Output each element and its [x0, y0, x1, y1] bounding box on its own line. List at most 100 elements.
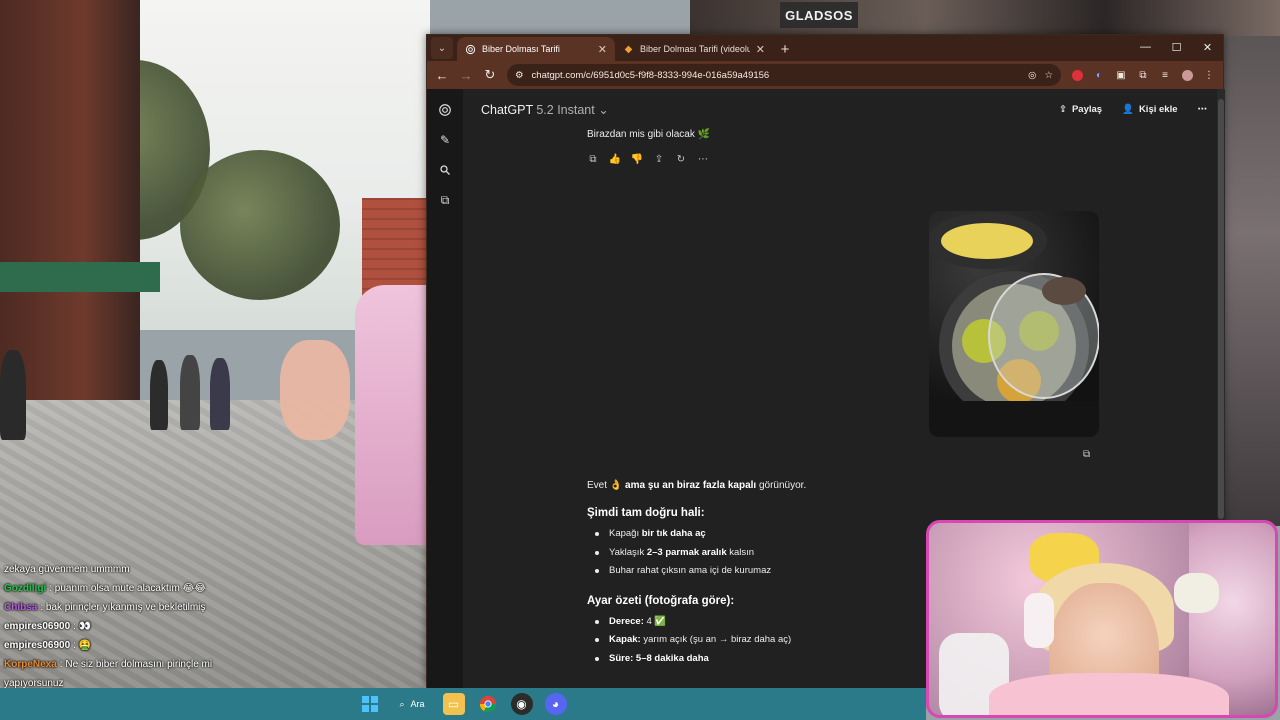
chatgpt-favicon-icon [465, 44, 476, 55]
pedestrian [150, 360, 168, 430]
chat-message: zekaya güvenmem ummmm [0, 560, 420, 579]
share-label: Paylaş [1071, 103, 1103, 115]
browser-menu-icon[interactable]: ⋮ [1199, 65, 1219, 85]
more-icon[interactable]: ⋯ [697, 153, 709, 165]
add-person-icon: 👤 [1122, 103, 1134, 115]
chat-text: : 🤮 [73, 640, 92, 651]
tab-biber-dolmasi[interactable]: Biber Dolması Tarifi ✕ [457, 37, 615, 61]
search-icon: ⌕ [399, 698, 405, 709]
new-tab-button[interactable]: + [773, 37, 797, 61]
eye-off-icon[interactable]: ◎ [1028, 70, 1036, 81]
chat-username: Gozdiligi [4, 583, 47, 594]
tab-strip: ⌄ Biber Dolması Tarifi ✕ ◆ Biber Dolması… [427, 35, 1223, 61]
tab-title: Biber Dolması Tarifi (videolu) - [640, 44, 750, 54]
windows-start-icon[interactable] [359, 693, 381, 715]
pedestrian [0, 350, 26, 440]
chat-text: : puanım olsa mute alacaktım 😂😂 [49, 583, 206, 594]
user-uploaded-photo[interactable] [929, 211, 1099, 437]
pedestrian [180, 355, 200, 430]
library-icon[interactable]: ⧉ [435, 191, 455, 209]
discord-icon[interactable]: ◕ [544, 693, 567, 715]
back-icon[interactable]: ← [431, 64, 453, 86]
building-right [690, 0, 1280, 36]
chat-message: Gozdiligi: puanım olsa mute alacaktım 😂😂 [0, 579, 420, 598]
add-person-label: Kişi ekle [1138, 103, 1178, 115]
chat-text: : bak pirinçler yıkanmış ve bekletilmiş [40, 602, 206, 613]
tree [180, 150, 340, 300]
thumbs-down-icon[interactable]: 👎 [631, 153, 643, 165]
intro-text: Evet 👌 [587, 480, 626, 491]
openai-logo-icon[interactable] [435, 101, 455, 119]
search-icon[interactable] [435, 161, 455, 179]
answer-intro: Evet 👌 ama şu an biraz fazla kapalı görü… [587, 479, 1007, 493]
chat-username: Chibsa [4, 602, 38, 613]
pedestrian [210, 358, 230, 430]
plush-toy [1174, 573, 1219, 613]
more-options-icon[interactable]: ⋯ [1198, 104, 1208, 115]
minimize-icon[interactable]: — [1130, 35, 1161, 59]
extensions-puzzle-icon[interactable]: ⧉ [1133, 65, 1153, 85]
sidebar-rail: ✎ ⧉ [427, 89, 463, 689]
taskbar-search[interactable]: ⌕ Ara [393, 693, 430, 715]
obs-icon[interactable]: ◉ [510, 693, 533, 715]
copy-icon[interactable]: ⧉ [1083, 449, 1090, 460]
streamer-body [355, 285, 430, 545]
store-front-right [1224, 36, 1280, 526]
reading-list-icon[interactable]: ≡ [1155, 65, 1175, 85]
streamer-hand [280, 340, 350, 440]
chat-header: ChatGPT 5.2 Instant ⌄ ⇪ Paylaş 👤 Kişi ek… [463, 89, 1225, 129]
share-button[interactable]: ⇪ Paylaş [1059, 104, 1102, 115]
scrollbar-thumb[interactable] [1218, 99, 1224, 519]
message-actions: ⧉ 👍 👎 ⇪ ↻ ⋯ [587, 153, 709, 165]
awning [0, 262, 160, 292]
profile-avatar[interactable] [1177, 65, 1197, 85]
extension-translate-icon[interactable]: ◐ [1089, 65, 1109, 85]
chat-text: : 👀 [73, 621, 92, 632]
chat-message: empires06900: 🤮 [0, 636, 420, 655]
file-explorer-icon[interactable]: ▭ [442, 693, 465, 715]
model-selector[interactable]: ChatGPT 5.2 Instant ⌄ [481, 102, 609, 117]
close-window-icon[interactable]: ✕ [1192, 35, 1223, 59]
tab-search-button[interactable]: ⌄ [431, 37, 453, 59]
search-label: Ara [410, 699, 425, 709]
chrome-icon[interactable] [477, 693, 499, 715]
new-chat-icon[interactable]: ✎ [435, 131, 455, 149]
reload-icon[interactable]: ↻ [479, 64, 501, 86]
close-tab-icon[interactable]: ✕ [756, 43, 765, 56]
header-actions: ⇪ Paylaş 👤 Kişi ekle ⋯ [1059, 104, 1207, 115]
tab-title: Biber Dolması Tarifi [482, 44, 560, 54]
forward-icon[interactable]: → [455, 64, 477, 86]
chat-message: Chibsa: bak pirinçler yıkanmış ve beklet… [0, 598, 420, 617]
close-tab-icon[interactable]: ✕ [598, 43, 607, 56]
url-text: chatgpt.com/c/6951d0c5-f9f8-8333-994e-01… [531, 69, 770, 81]
previous-assistant-message: Birazdan mis gibi olacak 🌿 [587, 129, 711, 140]
headset [1024, 593, 1054, 648]
chat-username: KorpeNexa [4, 659, 57, 670]
site-info-icon[interactable]: ⚙ [515, 70, 524, 81]
browser-toolbar: ← → ↻ ⚙ chatgpt.com/c/6951d0c5-f9f8-8333… [427, 61, 1223, 89]
chevron-down-icon: ⌄ [598, 102, 609, 117]
regenerate-icon[interactable]: ↻ [675, 153, 687, 165]
windows-taskbar: ⌕ Ara ▭ ◉ ◕ [0, 688, 926, 720]
extension-dark-icon[interactable]: ▣ [1111, 65, 1131, 85]
bookmark-star-icon[interactable]: ☆ [1044, 70, 1053, 81]
chat-username: empires06900 [4, 640, 71, 651]
thumbs-up-icon[interactable]: 👍 [609, 153, 621, 165]
flame-favicon-icon: ◆ [624, 43, 633, 55]
window-controls: — ☐ ✕ [1130, 35, 1223, 59]
add-person-button[interactable]: 👤 Kişi ekle [1122, 104, 1177, 115]
share-icon: ⇪ [1059, 103, 1067, 115]
model-version: 5.2 Instant [536, 102, 595, 117]
tab-biber-dolmasi-video[interactable]: ◆ Biber Dolması Tarifi (videolu) - ✕ [615, 37, 773, 61]
extension-red-icon[interactable] [1067, 65, 1087, 85]
address-bar[interactable]: ⚙ chatgpt.com/c/6951d0c5-f9f8-8333-994e-… [507, 64, 1061, 86]
chat-text: zekaya güvenmem ummmm [4, 564, 130, 575]
section-title: Şimdi tam doğru hali: [587, 507, 705, 519]
streamer-shirt [989, 673, 1229, 715]
intro-bold: ama şu an biraz fazla kapalı [625, 480, 757, 491]
share-icon[interactable]: ⇪ [653, 153, 665, 165]
store-sign: GLADSOS [780, 2, 858, 28]
chat-text: : Ne siz biber dolmasını pirinçle mi [59, 659, 213, 670]
maximize-icon[interactable]: ☐ [1161, 35, 1192, 59]
copy-icon[interactable]: ⧉ [587, 153, 599, 165]
